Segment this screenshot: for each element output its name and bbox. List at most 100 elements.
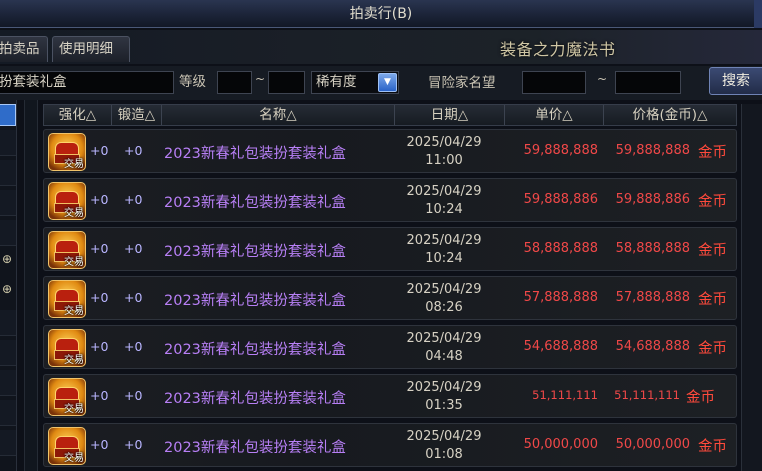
tab-usage-details[interactable]: 使用明细: [52, 36, 130, 62]
banner-title: 装备之力魔法书: [500, 40, 616, 59]
category-slot[interactable]: [0, 430, 16, 456]
table-row[interactable]: 交易 +0 +0 2023新春礼包装扮套装礼盒 2025/04/29 04:48 …: [43, 325, 737, 369]
column-name[interactable]: 名称△: [162, 105, 395, 125]
listing-datetime: 2025/04/29 11:00: [394, 134, 494, 170]
reputation-min-input[interactable]: [522, 71, 586, 94]
item-name: 2023新春礼包装扮套装礼盒: [164, 342, 346, 358]
trade-badge: 交易: [64, 257, 84, 268]
gift-chest-icon[interactable]: 交易: [48, 329, 86, 367]
gift-chest-icon[interactable]: 交易: [48, 280, 86, 318]
table-row[interactable]: 交易 +0 +0 2023新春礼包装扮套装礼盒 2025/04/29 08:26 …: [43, 276, 737, 320]
category-slot[interactable]: [0, 370, 16, 396]
tab-auction-items-label: 拍卖品: [0, 41, 40, 57]
level-label: 等级: [179, 74, 206, 90]
level-max-input[interactable]: [268, 71, 305, 94]
total-price: 54,688,888: [615, 339, 690, 354]
rarity-select[interactable]: 稀有度 ▼: [311, 71, 399, 94]
enhance-value: +0: [90, 143, 109, 158]
listing-date: 2025/04/29: [406, 429, 482, 444]
item-name: 2023新春礼包装扮套装礼盒: [164, 195, 346, 211]
gift-chest-icon[interactable]: 交易: [48, 427, 86, 465]
reputation-max-input[interactable]: [615, 71, 681, 94]
tabs-row: 拍卖品 使用明细: [0, 30, 762, 64]
unit-price: 59,888,888: [523, 143, 598, 158]
currency-label: 金币: [698, 243, 727, 259]
enhance-value: +0: [90, 339, 109, 354]
level-range-separator: ~: [255, 72, 266, 86]
gift-chest-icon[interactable]: 交易: [48, 378, 86, 416]
currency-label: 金币: [698, 439, 727, 455]
listing-datetime: 2025/04/29 01:08: [394, 428, 494, 464]
column-price[interactable]: 价格(金币)△: [604, 105, 736, 125]
list-scrollbar-left[interactable]: [24, 100, 38, 471]
trade-badge: 交易: [64, 306, 84, 317]
table-row[interactable]: 交易 +0 +0 2023新春礼包装扮套装礼盒 2025/04/29 11:00 …: [43, 129, 737, 173]
table-row[interactable]: 交易 +0 +0 2023新春礼包装扮套装礼盒 2025/04/29 01:08 …: [43, 423, 737, 467]
category-slot[interactable]: [0, 160, 16, 186]
chevron-down-icon[interactable]: ▼: [378, 73, 397, 92]
trade-badge: 交易: [64, 355, 84, 366]
total-price: 57,888,888: [615, 290, 690, 305]
category-slot[interactable]: [0, 190, 16, 216]
listing-time: 10:24: [425, 202, 463, 217]
item-name: 2023新春礼包装扮套装礼盒: [164, 391, 346, 407]
listing-time: 10:24: [425, 251, 463, 266]
list-scrollbar-right[interactable]: [741, 104, 762, 471]
gift-chest-icon[interactable]: 交易: [48, 182, 86, 220]
category-slot[interactable]: [0, 130, 16, 156]
enhance-value: +0: [90, 388, 109, 403]
forge-value: +0: [124, 339, 143, 354]
listing-date: 2025/04/29: [406, 282, 482, 297]
item-name: 2023新春礼包装扮套装礼盒: [164, 146, 346, 162]
results-header: 强化△ 锻造△ 名称△ 日期△ 单价△ 价格(金币)△: [43, 104, 737, 126]
currency-label: 金币: [698, 194, 727, 210]
total-price: 51,111,111: [614, 388, 680, 402]
selected-category-indicator[interactable]: [0, 104, 16, 126]
listing-datetime: 2025/04/29 08:26: [394, 281, 494, 317]
column-enhance[interactable]: 强化△: [44, 105, 112, 125]
category-slot[interactable]: [0, 340, 16, 366]
listing-datetime: 2025/04/29 10:24: [394, 232, 494, 268]
reputation-range-separator: ~: [597, 72, 608, 86]
rarity-select-value: 稀有度: [316, 74, 357, 90]
listing-datetime: 2025/04/29 01:35: [394, 379, 494, 415]
zoom-in-icon[interactable]: ⊕: [0, 252, 14, 266]
category-slot[interactable]: [0, 400, 16, 426]
item-name-input[interactable]: 扮套装礼盒: [0, 71, 174, 94]
category-slot[interactable]: [0, 310, 16, 336]
listing-time: 08:26: [425, 300, 463, 315]
gift-chest-icon[interactable]: 交易: [48, 231, 86, 269]
enhance-value: +0: [90, 192, 109, 207]
total-price: 50,000,000: [615, 437, 690, 452]
table-row[interactable]: 交易 +0 +0 2023新春礼包装扮套装礼盒 2025/04/29 01:35 …: [43, 374, 737, 418]
window-title: 拍卖行(B): [349, 6, 413, 22]
total-price: 59,888,886: [615, 192, 690, 207]
column-forge[interactable]: 锻造△: [112, 105, 162, 125]
currency-label: 金币: [698, 292, 727, 308]
trade-badge: 交易: [64, 208, 84, 219]
table-row[interactable]: 交易 +0 +0 2023新春礼包装扮套装礼盒 2025/04/29 10:24 …: [43, 227, 737, 271]
currency-label: 金币: [686, 390, 715, 406]
unit-price: 54,688,888: [523, 339, 598, 354]
currency-label: 金币: [698, 341, 727, 357]
reputation-label: 冒险家名望: [428, 75, 496, 91]
level-min-input[interactable]: [217, 71, 252, 94]
unit-price: 58,888,888: [523, 241, 598, 256]
table-row[interactable]: 交易 +0 +0 2023新春礼包装扮套装礼盒 2025/04/29 10:24 …: [43, 178, 737, 222]
search-button[interactable]: 搜索: [709, 67, 762, 95]
column-unit-price[interactable]: 单价△: [505, 105, 604, 125]
gift-chest-icon[interactable]: 交易: [48, 133, 86, 171]
titlebar-edge: [754, 0, 762, 28]
listing-datetime: 2025/04/29 10:24: [394, 183, 494, 219]
tab-auction-items[interactable]: 拍卖品: [0, 36, 48, 62]
item-name: 2023新春礼包装扮套装礼盒: [164, 293, 346, 309]
listing-time: 01:35: [425, 398, 463, 413]
column-date[interactable]: 日期△: [395, 105, 505, 125]
trade-badge: 交易: [64, 404, 84, 415]
category-slot[interactable]: [0, 220, 16, 246]
listing-time: 01:08: [425, 447, 463, 462]
zoom-in-icon[interactable]: ⊕: [0, 282, 14, 296]
unit-price: 57,888,888: [523, 290, 598, 305]
enhance-value: +0: [90, 290, 109, 305]
total-price: 58,888,888: [615, 241, 690, 256]
